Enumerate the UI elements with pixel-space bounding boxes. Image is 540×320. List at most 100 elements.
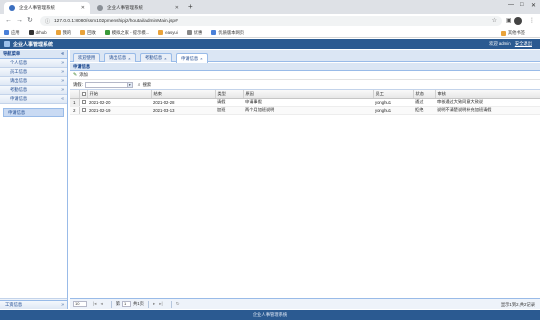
- bookmark-star-icon[interactable]: ☆: [492, 17, 497, 24]
- site-favicon-icon: [97, 5, 103, 11]
- column-header[interactable]: 员工: [373, 90, 414, 99]
- column-header[interactable]: 状态: [413, 90, 436, 99]
- bookmark-item[interactable]: 我的: [55, 30, 71, 36]
- back-icon[interactable]: ←: [5, 17, 12, 25]
- app-footer: 企业人事管理系统: [0, 310, 540, 320]
- folder-icon: [500, 30, 506, 36]
- tab-welcome[interactable]: 欢迎使用: [73, 53, 101, 62]
- expand-icon: »: [61, 78, 64, 84]
- column-header[interactable]: 开始: [87, 90, 152, 99]
- tab-attendance[interactable]: 考勤信息 ×: [140, 53, 172, 62]
- cell-type: 请假: [215, 98, 243, 107]
- sidebar-section-personal[interactable]: 个人信息»: [0, 59, 67, 68]
- add-icon: ✎: [73, 72, 78, 78]
- sidebar-section-application[interactable]: 申请信息 «: [0, 95, 67, 104]
- filter-select[interactable]: ▾: [84, 81, 133, 88]
- folder-icon: [55, 30, 61, 35]
- table-row[interactable]: 2 2021-02-19 2021-03-13 加班 两个月加班说明 yongh…: [70, 106, 540, 115]
- reload-icon[interactable]: ↻: [27, 17, 33, 25]
- row-number: 2: [70, 106, 80, 115]
- page-label: 第: [115, 301, 120, 306]
- expand-icon: »: [61, 87, 64, 93]
- sidebar-section-employee[interactable]: 员工信息»: [0, 68, 67, 77]
- cell-type: 加班: [215, 106, 243, 115]
- column-header[interactable]: 审核: [435, 90, 540, 99]
- page-size-select[interactable]: 10: [73, 301, 87, 307]
- expand-icon: »: [61, 302, 64, 308]
- profile-avatar[interactable]: [514, 17, 522, 25]
- row-checkbox[interactable]: [79, 98, 87, 107]
- content-tabs: 欢迎使用 请出信息 × 考勤信息 × 申请信息 ×: [70, 50, 540, 63]
- minimize-icon[interactable]: —: [508, 2, 514, 8]
- extension-icon[interactable]: ▣: [506, 17, 512, 24]
- record-info: 显示1到2,共2记录: [500, 302, 535, 307]
- close-icon[interactable]: ×: [200, 56, 202, 61]
- url-field[interactable]: ⓘ 127.0.0.1:8080/ssm102pmenshipjz/houtai…: [40, 16, 502, 26]
- info-icon[interactable]: ⓘ: [45, 18, 50, 25]
- row-number-header: [70, 90, 80, 99]
- refresh-icon[interactable]: ↻: [176, 301, 180, 307]
- welcome-text: 欢迎 admin: [489, 41, 511, 46]
- close-icon[interactable]: ×: [128, 56, 130, 61]
- github-icon: [28, 30, 34, 35]
- cell-reason: 申请事假: [243, 98, 373, 107]
- search-button[interactable]: ⌕ 搜索: [138, 82, 151, 88]
- add-button[interactable]: ✎ 添加: [73, 72, 88, 78]
- browser-tab-inactive[interactable]: 企业人事管理系统 ✕: [92, 2, 184, 14]
- page-number-input[interactable]: 1: [122, 301, 131, 307]
- folder-icon: [80, 30, 86, 35]
- last-page-icon[interactable]: ▸|: [159, 301, 162, 307]
- total-pages-label: 共1页: [133, 301, 144, 306]
- table-row[interactable]: 1 2021-02-20 2021-02-28 请假 申请事假 yonghu1 …: [70, 98, 540, 107]
- next-page-icon[interactable]: ▸: [153, 301, 155, 307]
- select-all-checkbox[interactable]: [79, 90, 88, 99]
- bookmark-item[interactable]: easyui: [158, 30, 178, 35]
- sidebar-section-salary[interactable]: 工资信息»: [0, 300, 67, 309]
- maximize-icon[interactable]: □: [520, 2, 524, 8]
- bookmarks-bar: 应用 drhub 我的 回收 模拟之家 - 提示模... easyui 优惠 优…: [0, 28, 540, 38]
- first-page-icon[interactable]: |◂: [93, 301, 96, 307]
- tab-leave[interactable]: 请出信息 ×: [104, 53, 136, 62]
- cell-end: 2021-03-13: [151, 106, 215, 115]
- column-header[interactable]: 原因: [243, 90, 374, 99]
- bookmark-item[interactable]: 优质版本网页: [211, 30, 244, 36]
- application-table: 开始 结束 类型 原因 员工 状态 审核 1 2021-02-20 2021-0…: [70, 90, 540, 115]
- menu-icon[interactable]: ⋮: [529, 17, 535, 24]
- forward-icon[interactable]: →: [16, 17, 23, 25]
- tab-application[interactable]: 申请信息 ×: [176, 53, 208, 63]
- bookmark-item[interactable]: 回收: [80, 30, 96, 36]
- bookmark-item[interactable]: 优惠: [186, 30, 202, 36]
- expand-icon: »: [61, 69, 64, 75]
- collapse-section-icon: «: [61, 96, 64, 102]
- sidebar-item-application[interactable]: 申请信息: [3, 108, 64, 117]
- prev-page-icon[interactable]: ◂: [100, 301, 102, 307]
- site-icon: [186, 30, 192, 35]
- close-icon[interactable]: ✕: [175, 5, 179, 11]
- main-content: 欢迎使用 请出信息 × 考勤信息 × 申请信息 × 申请信息 ✎ 添加 请假: ▾ ⌕ 搜…: [70, 50, 540, 309]
- column-header[interactable]: 结束: [151, 90, 216, 99]
- logout-link[interactable]: 安全退出: [515, 41, 532, 46]
- sidebar-section-attendance[interactable]: 考勤信息»: [0, 86, 67, 95]
- sidebar: 导航菜单 « 个人信息» 员工信息» 请出信息» 考勤信息» 申请信息 « 申请信…: [0, 50, 68, 309]
- cell-review: 说明不清楚说明补充加班请假: [435, 106, 540, 115]
- folder-icon: [158, 30, 164, 35]
- bookmark-item[interactable]: 模拟之家 - 提示模...: [104, 30, 149, 36]
- other-bookmarks[interactable]: 其他书签: [500, 30, 525, 36]
- cell-end: 2021-02-28: [151, 98, 215, 107]
- window-close-icon[interactable]: ✕: [531, 2, 536, 9]
- new-tab-icon[interactable]: +: [188, 3, 193, 11]
- bookmark-item[interactable]: drhub: [28, 30, 47, 35]
- browser-tab-active[interactable]: 企业人事管理系统 ✕: [4, 2, 90, 14]
- column-header[interactable]: 类型: [215, 90, 244, 99]
- sidebar-section-leave[interactable]: 请出信息»: [0, 77, 67, 86]
- pagination-bar: 10 |◂ ◂ 第 1 共1页 ▸ ▸| ↻ 显示1到2,共2记录: [70, 298, 540, 309]
- cell-employee: yonghu1: [373, 98, 413, 107]
- close-icon[interactable]: ×: [164, 56, 166, 61]
- globe-icon: [211, 30, 217, 35]
- collapse-icon[interactable]: «: [61, 51, 64, 57]
- bookmark-item[interactable]: 应用: [4, 30, 20, 36]
- app-logo-icon: [4, 41, 10, 47]
- close-icon[interactable]: ✕: [81, 5, 85, 11]
- row-checkbox[interactable]: [79, 106, 87, 115]
- sidebar-section-body: 申请信息: [0, 104, 67, 299]
